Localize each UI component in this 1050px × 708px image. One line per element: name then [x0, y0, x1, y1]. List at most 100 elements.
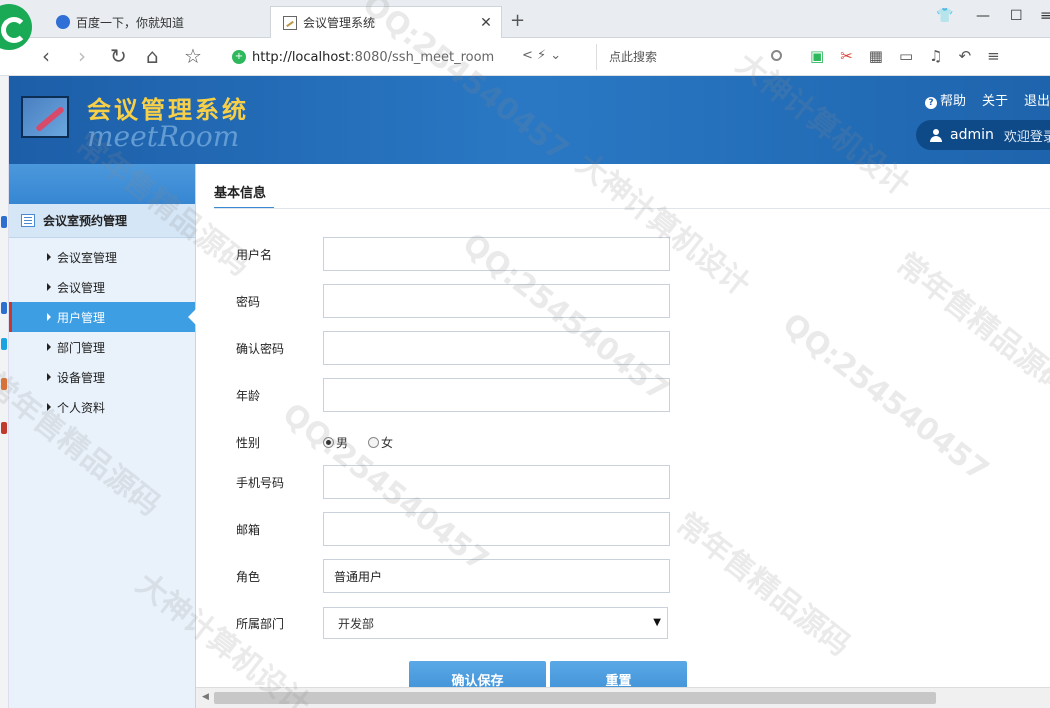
sidebar-item-meeting[interactable]: 会议管理 [9, 272, 195, 302]
form-row-role: 角色 [236, 558, 696, 594]
url-path: :8080/ssh_meet_room [350, 49, 495, 65]
help-link[interactable]: ? 帮助 [924, 90, 966, 109]
scissors-icon[interactable]: ✂ [840, 47, 853, 65]
username-label: 用户名 [236, 247, 273, 262]
username-field[interactable] [323, 237, 670, 271]
sidebar-item-label: 部门管理 [57, 340, 106, 355]
help-label: 帮助 [939, 94, 966, 109]
confirm-password-label: 确认密码 [236, 341, 285, 356]
form-row-phone: 手机号码 [236, 464, 696, 500]
tab-title: 百度一下，你就知道 [76, 15, 185, 30]
app-subtitle: meetRoom [87, 120, 240, 153]
refresh-button[interactable]: ↻ [110, 45, 127, 67]
role-label: 角色 [236, 569, 261, 584]
caret-right-icon [47, 253, 51, 261]
headphones-icon[interactable]: ♫ [929, 47, 942, 65]
tab-title: 会议管理系统 [303, 16, 376, 30]
browser-toolbar: ▣ ✂ ▦ ▭ ♫ ↶ ≡ [810, 47, 1000, 65]
close-window-button[interactable]: ≡ [1040, 8, 1050, 24]
tab-basic-info[interactable]: 基本信息 [214, 182, 274, 209]
favorite-star-button[interactable]: ☆ [184, 45, 202, 67]
url-host: http://localhost [252, 49, 351, 65]
user-icon [930, 128, 942, 142]
caret-right-icon [47, 313, 51, 321]
caret-right-icon [47, 283, 51, 291]
scroll-left-arrow-icon[interactable]: ◀ [202, 692, 209, 702]
translate-icon[interactable]: ▣ [810, 47, 824, 65]
forward-button[interactable]: › [78, 45, 86, 67]
side-strip-icon[interactable] [1, 216, 7, 228]
undo-icon[interactable]: ↶ [959, 47, 972, 65]
role-field[interactable] [323, 559, 670, 593]
sidebar-item-label: 个人资料 [57, 400, 106, 415]
browser-tab-baidu[interactable]: 百度一下，你就知道 [44, 6, 269, 38]
main-content: 基本信息 用户名 密码 确认密码 年龄 性别 男 女 手机号码 邮箱 角色 普通… [196, 164, 1050, 708]
gender-male-radio[interactable] [323, 436, 334, 448]
gender-male-label[interactable]: 男 [336, 434, 348, 451]
apps-icon[interactable]: ▦ [869, 47, 883, 65]
caret-right-icon [47, 343, 51, 351]
side-strip-icon[interactable] [1, 302, 7, 314]
close-tab-icon[interactable]: ✕ [479, 15, 493, 31]
menu-icon[interactable]: ≡ [987, 47, 1000, 65]
sidebar-top-bar [9, 164, 195, 204]
logout-link[interactable]: 退出 [1024, 90, 1050, 109]
caret-right-icon [47, 403, 51, 411]
side-strip-icon[interactable] [1, 422, 7, 434]
gender-female-label[interactable]: 女 [381, 434, 393, 451]
sidebar-group-title: 会议室预约管理 [43, 214, 128, 228]
back-button[interactable]: ‹ [42, 45, 50, 67]
home-button[interactable]: ⌂ [146, 45, 159, 67]
sidebar-item-users[interactable]: 用户管理 [9, 302, 196, 332]
search-input[interactable]: 点此搜索 [596, 44, 786, 70]
battery-icon[interactable]: ▭ [899, 47, 913, 65]
sidebar-item-meeting-room[interactable]: 会议室管理 [9, 242, 195, 272]
url-tools-icons[interactable]: < ⚡ ⌄ [522, 48, 561, 63]
maximize-button[interactable]: ☐ [1010, 8, 1023, 24]
sidebar: 会议室预约管理 会议室管理 会议管理 用户管理 部门管理 设备管理 个人资料 [9, 164, 196, 708]
secure-shield-icon: + [232, 50, 246, 64]
section-divider [214, 208, 1050, 209]
email-field[interactable] [323, 512, 670, 546]
department-label: 所属部门 [236, 616, 285, 631]
form-row-department: 所属部门 开发部 ▼ [236, 605, 696, 641]
form-row-confirm-password: 确认密码 [236, 330, 696, 366]
sidebar-item-label: 设备管理 [57, 370, 106, 385]
gender-radio-group: 男 女 [323, 434, 413, 451]
sidebar-item-label: 用户管理 [57, 310, 106, 325]
phone-label: 手机号码 [236, 475, 285, 490]
gender-female-radio[interactable] [368, 436, 380, 448]
side-strip-icon[interactable] [1, 338, 7, 350]
dropdown-caret-icon: ▼ [653, 617, 661, 628]
sidebar-group-header[interactable]: 会议室预约管理 [9, 204, 195, 238]
age-label: 年龄 [236, 388, 261, 403]
horizontal-scrollbar[interactable]: ◀ [196, 687, 1050, 708]
list-icon [21, 214, 35, 227]
password-label: 密码 [236, 294, 261, 309]
new-tab-button[interactable]: + [510, 10, 525, 31]
welcome-text: 欢迎登录 [1003, 129, 1050, 145]
side-strip-icon[interactable] [1, 378, 7, 390]
age-field[interactable] [323, 378, 670, 412]
form-row-username: 用户名 [236, 236, 696, 272]
sidebar-item-profile[interactable]: 个人资料 [9, 392, 195, 422]
form-row-email: 邮箱 [236, 511, 696, 547]
phone-field[interactable] [323, 465, 670, 499]
sidebar-item-label: 会议管理 [57, 280, 106, 295]
scroll-thumb[interactable] [214, 692, 936, 704]
department-select[interactable]: 开发部 ▼ [323, 607, 668, 639]
browser-tabbar: 百度一下，你就知道 会议管理系统 ✕ + 👕 — ☐ ≡ [0, 0, 1050, 50]
about-link[interactable]: 关于 [982, 90, 1008, 109]
search-icon[interactable] [771, 50, 782, 61]
sidebar-item-department[interactable]: 部门管理 [9, 332, 195, 362]
baidu-paw-icon [56, 15, 70, 29]
minimize-button[interactable]: — [976, 8, 990, 24]
sidebar-item-equipment[interactable]: 设备管理 [9, 362, 195, 392]
skin-icon[interactable]: 👕 [936, 8, 953, 24]
page-favicon-icon [283, 15, 297, 30]
browser-tab-meeting-system[interactable]: 会议管理系统 ✕ [270, 6, 502, 38]
password-field[interactable] [323, 284, 670, 318]
caret-right-icon [47, 373, 51, 381]
confirm-password-field[interactable] [323, 331, 670, 365]
gender-label: 性别 [236, 435, 261, 450]
